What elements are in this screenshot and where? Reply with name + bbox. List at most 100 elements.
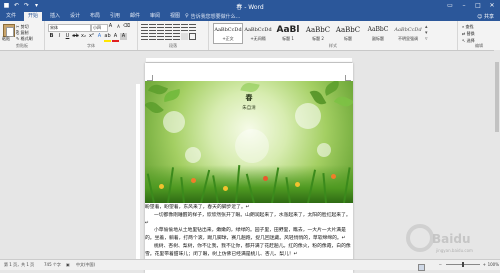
grow-font-icon[interactable]: A — [107, 23, 114, 30]
shrink-font-icon[interactable]: A — [115, 23, 122, 30]
tab-review[interactable]: 审阅 — [146, 12, 164, 21]
paragraph-group: 段落 — [138, 21, 209, 50]
sort-icon[interactable] — [181, 24, 188, 31]
align-right-icon[interactable] — [157, 33, 164, 40]
highlight-icon[interactable]: ab — [104, 33, 111, 42]
char-shading-icon[interactable]: A — [120, 33, 127, 40]
paragraph[interactable]: 一切都像刚睡醒的样子，欣欣然张开了眼。山朗润起来了，水涨起来了，太阳的脸红起来了… — [145, 212, 353, 228]
underline-icon[interactable]: U — [64, 33, 71, 40]
paragraph[interactable]: 小草偷偷地从土地里钻出来，嫩嫩的，绿绿的。园子里，田野里，瞧去，一大片一大片满是… — [145, 227, 353, 243]
style-name: +无间隔 — [250, 36, 266, 41]
watermark: Baidu jingyan.baidu.com — [406, 224, 486, 258]
shading-icon[interactable] — [181, 33, 188, 40]
tab-references[interactable]: 引用 — [106, 12, 124, 21]
word-count[interactable]: 745 个字 — [44, 262, 61, 268]
superscript-icon[interactable]: x² — [88, 33, 95, 40]
increase-indent-icon[interactable] — [173, 24, 180, 31]
flower — [331, 174, 336, 179]
styles-group-label: 样式 — [329, 43, 337, 48]
bullets-icon[interactable] — [141, 24, 148, 31]
ribbon-display-icon[interactable]: ▭ — [444, 1, 456, 10]
style-title[interactable]: AaBbC 标题 — [333, 23, 363, 44]
paw-logo-icon — [406, 224, 434, 252]
style-preview: AaBbCcDd — [214, 27, 242, 33]
find-button[interactable]: ⌕ 查找 — [462, 23, 474, 30]
borders-icon[interactable] — [189, 33, 196, 40]
tab-home[interactable]: 开始 — [24, 12, 42, 21]
bold-icon[interactable]: B — [48, 33, 55, 40]
style-name: 标题 1 — [282, 36, 294, 41]
show-marks-icon[interactable] — [189, 24, 196, 31]
style-name: 标题 2 — [312, 36, 324, 41]
style-subtitle[interactable]: AaBbC 副标题 — [363, 23, 393, 44]
maximize-button[interactable]: □ — [472, 1, 484, 10]
numbering-icon[interactable] — [149, 24, 156, 31]
style-subtle-emphasis[interactable]: AaBbCcDd 不明显强调 — [393, 23, 423, 44]
paragraph-text: 一切都像刚睡醒的样子，欣欣然张开了眼。山朗润起来了，水涨起来了，太阳的脸红起来了… — [154, 212, 351, 218]
window-controls: ▭ – □ ✕ — [444, 1, 498, 10]
scrollbar-thumb[interactable] — [495, 62, 499, 132]
align-center-icon[interactable] — [149, 33, 156, 40]
styles-scroll[interactable]: ▴ ▾ ▿ — [425, 24, 431, 42]
strikethrough-icon[interactable]: ab — [72, 33, 79, 40]
document-author[interactable]: 朱自清 — [145, 105, 353, 111]
paragraph-row-1 — [141, 24, 196, 31]
tab-view[interactable]: 视图 — [166, 12, 184, 21]
lightbulb-icon: ♀ — [185, 13, 189, 19]
paragraph[interactable]: 盼望着，盼望着，东风来了，春天的脚步近了。↵ — [145, 204, 353, 212]
proofing-icon[interactable]: ▣ — [66, 262, 70, 267]
zoom-in-icon[interactable]: + — [483, 262, 486, 267]
tab-design[interactable]: 设计 — [66, 12, 84, 21]
decrease-indent-icon[interactable] — [165, 24, 172, 31]
language[interactable]: 中文(中国) — [76, 262, 95, 268]
tab-file[interactable]: 文件 — [2, 12, 20, 21]
spring-banner-image[interactable]: 春 朱自清 — [145, 81, 353, 203]
window-title: 春 - Word — [236, 4, 264, 11]
leaf — [240, 81, 260, 94]
page-count[interactable]: 第 1 页，共 1 页 — [4, 262, 34, 268]
paste-label: 粘贴 — [2, 36, 10, 41]
document-title[interactable]: 春 — [145, 93, 353, 103]
font-size-select[interactable]: 小四 — [91, 24, 108, 32]
line-spacing-icon[interactable] — [173, 33, 180, 40]
document-page[interactable]: 春 朱自清 盼望着，盼望着，东风来了，春天的脚步近了。↵ 一切都像刚睡醒的样子，… — [145, 63, 353, 273]
zoom-out-icon[interactable]: − — [439, 262, 442, 267]
style-preview: AaBbCcDd — [244, 27, 272, 33]
subscript-icon[interactable]: x₂ — [80, 33, 87, 40]
vertical-scrollbar[interactable] — [494, 50, 500, 260]
tab-insert[interactable]: 插入 — [46, 12, 64, 21]
title-bar: ■ ↶ ↷ ▾ 春 - Word ▭ – □ ✕ — [0, 0, 500, 12]
close-button[interactable]: ✕ — [486, 1, 498, 10]
bokeh — [235, 129, 269, 163]
justify-icon[interactable] — [165, 33, 172, 40]
format-painter-button[interactable]: ✎ 格式刷 — [16, 36, 33, 42]
zoom-slider-thumb[interactable] — [462, 262, 464, 267]
text-effects-icon[interactable]: A — [96, 33, 103, 40]
document-body[interactable]: 盼望着，盼望着，东风来了，春天的脚步近了。↵ 一切都像刚睡醒的样子，欣欣然张开了… — [145, 204, 353, 259]
vertical-ruler[interactable] — [136, 84, 140, 264]
flower — [295, 182, 300, 187]
paragraph-group-label: 段落 — [169, 43, 177, 48]
style-no-spacing[interactable]: AaBbCcDd +无间隔 — [243, 23, 273, 44]
font-color-icon[interactable]: A — [112, 33, 119, 42]
paragraph-text: 盼望着，盼望着，东风来了，春天的脚步近了。 — [145, 205, 246, 210]
align-left-icon[interactable] — [141, 33, 148, 40]
tab-mailings[interactable]: 邮件 — [126, 12, 144, 21]
replace-button[interactable]: ⇄ 替换 — [462, 30, 475, 37]
minimize-button[interactable]: – — [458, 1, 470, 10]
style-heading-2[interactable]: AaBbC 标题 2 — [303, 23, 333, 44]
font-name-select[interactable]: 宋体 — [48, 24, 91, 32]
style-normal[interactable]: AaBbCcDd +正文 — [213, 23, 243, 44]
multilevel-list-icon[interactable] — [157, 24, 164, 31]
share-button[interactable]: ☺ 共享 — [477, 13, 494, 20]
paragraph[interactable]: 桃树、杏树、梨树，你不让我，我不让你，都开满了花赶趟儿。红的像火，粉的像霞，白的… — [145, 243, 353, 259]
tab-layout[interactable]: 布局 — [86, 12, 104, 21]
italic-icon[interactable]: I — [56, 33, 63, 40]
style-heading-1[interactable]: AaBl 标题 1 — [273, 23, 303, 44]
tell-me-box[interactable]: ♀ 告诉我您想要做什么... — [185, 13, 240, 20]
clear-format-icon[interactable]: ⌫ — [123, 23, 130, 30]
paste-button[interactable]: 粘贴 — [2, 23, 15, 41]
zoom-level[interactable]: 100% — [488, 262, 499, 267]
font-group: 宋体 小四 A A ⌫ B I U ab x₂ x² A ab A A 字体 — [45, 21, 138, 50]
paragraph-mark-icon: ↵ — [145, 220, 150, 226]
